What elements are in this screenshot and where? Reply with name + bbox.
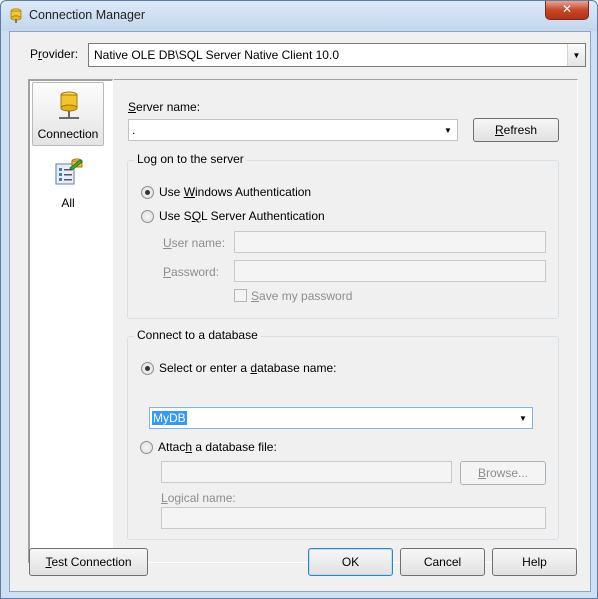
window-title: Connection Manager bbox=[29, 8, 146, 22]
cancel-button[interactable]: Cancel bbox=[400, 548, 485, 576]
password-field[interactable] bbox=[234, 260, 546, 282]
browse-button[interactable]: Browse... bbox=[460, 461, 546, 485]
help-button[interactable]: Help bbox=[492, 548, 577, 576]
logon-group: Log on to the server Use Windows Authent… bbox=[127, 152, 559, 319]
nav-item-connection[interactable]: Connection bbox=[32, 82, 104, 146]
windows-auth-label[interactable]: Use Windows Authentication bbox=[159, 185, 311, 199]
nav-item-label: Connection bbox=[37, 127, 99, 141]
database-name-combo[interactable]: MyDB ▼ bbox=[149, 407, 533, 429]
ok-button[interactable]: OK bbox=[308, 548, 393, 576]
close-icon: ✕ bbox=[561, 2, 573, 16]
save-password-checkbox[interactable] bbox=[234, 289, 247, 302]
chevron-down-icon[interactable]: ▼ bbox=[514, 408, 532, 428]
select-database-radio[interactable] bbox=[141, 362, 154, 375]
server-name-combo[interactable]: . ▼ bbox=[128, 119, 458, 141]
database-file-field[interactable] bbox=[161, 461, 452, 483]
close-button[interactable]: ✕ bbox=[545, 1, 589, 20]
password-label: Password: bbox=[163, 265, 220, 279]
save-password-label[interactable]: Save my password bbox=[251, 289, 352, 303]
page-nav-panel: Connection All bbox=[28, 79, 113, 563]
attach-database-radio[interactable] bbox=[140, 441, 153, 454]
logical-name-label: Logical name: bbox=[161, 491, 236, 505]
username-field[interactable] bbox=[234, 231, 546, 253]
server-name-value: . bbox=[132, 123, 136, 137]
connection-manager-window: Connection Manager ✕ Provider: Native OL… bbox=[0, 0, 598, 599]
nav-item-all[interactable]: All bbox=[32, 152, 104, 216]
chevron-down-icon[interactable]: ▼ bbox=[567, 44, 585, 66]
server-name-label: Server name: bbox=[128, 100, 201, 114]
select-database-label[interactable]: Select or enter a database name: bbox=[159, 361, 336, 375]
sql-auth-label[interactable]: Use SQL Server Authentication bbox=[159, 209, 325, 223]
connection-page: Server name: . ▼ Refresh Log on to the s… bbox=[114, 79, 578, 563]
provider-select[interactable]: Native OLE DB\SQL Server Native Client 1… bbox=[88, 43, 586, 67]
provider-value: Native OLE DB\SQL Server Native Client 1… bbox=[94, 48, 339, 62]
connection-manager-icon bbox=[10, 8, 22, 23]
test-connection-button[interactable]: Test Connection bbox=[29, 548, 148, 576]
username-label: User name: bbox=[163, 236, 226, 250]
refresh-button[interactable]: Refresh bbox=[473, 118, 559, 142]
properties-icon bbox=[55, 158, 83, 185]
database-icon bbox=[59, 91, 79, 119]
sql-auth-radio[interactable] bbox=[141, 210, 154, 223]
database-name-value: MyDB bbox=[152, 411, 187, 425]
nav-item-label: All bbox=[61, 196, 75, 210]
windows-auth-radio[interactable] bbox=[141, 186, 154, 199]
database-group-title: Connect to a database bbox=[134, 328, 261, 342]
chevron-down-icon[interactable]: ▼ bbox=[439, 120, 457, 140]
title-bar[interactable]: Connection Manager ✕ bbox=[1, 1, 597, 31]
logon-group-title: Log on to the server bbox=[134, 152, 247, 166]
provider-label: Provider: bbox=[30, 47, 79, 61]
attach-database-label[interactable]: Attach a database file: bbox=[158, 440, 277, 454]
logical-name-field[interactable] bbox=[161, 507, 546, 529]
dialog-client-area: Provider: Native OLE DB\SQL Server Nativ… bbox=[9, 31, 591, 592]
